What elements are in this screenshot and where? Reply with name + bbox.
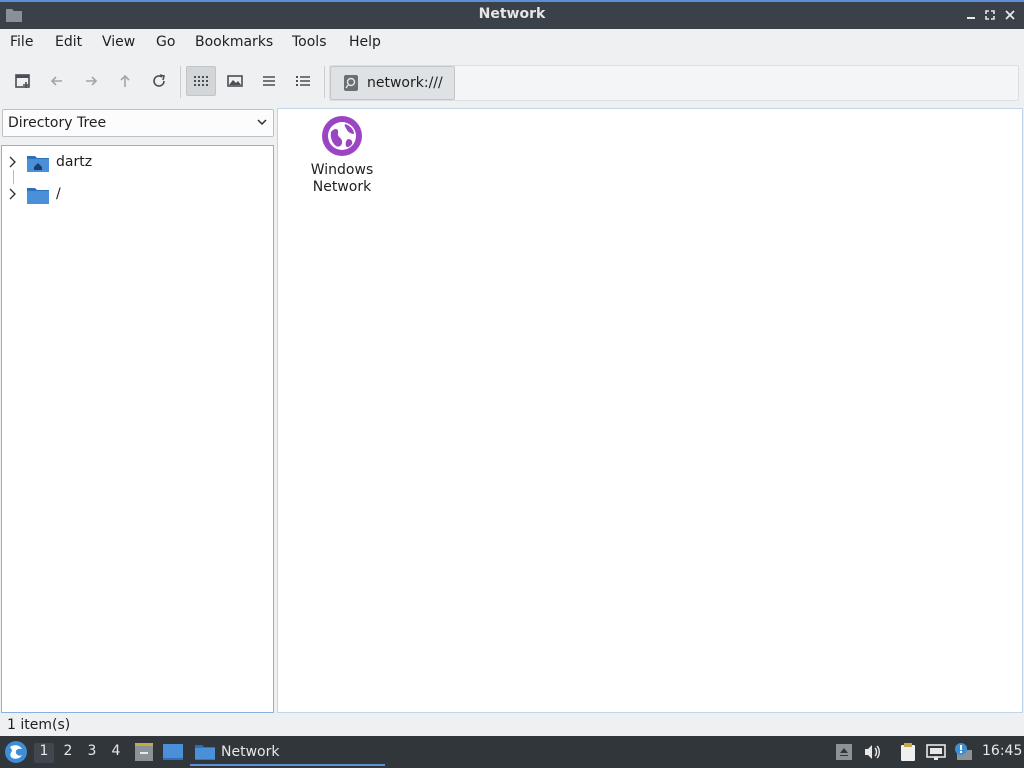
taskbar-task-network[interactable]: Network	[190, 739, 385, 766]
menu-go[interactable]: Go	[156, 34, 175, 50]
file-item-label-line2: Network	[312, 179, 372, 195]
menu-help[interactable]: Help	[349, 34, 381, 50]
maximize-icon	[985, 10, 995, 20]
workspace-4-button[interactable]: 4	[106, 743, 126, 763]
clipboard-icon[interactable]	[898, 742, 918, 762]
start-menu-icon[interactable]	[4, 740, 28, 764]
up-button[interactable]	[110, 66, 140, 96]
new-tab-button[interactable]	[8, 66, 38, 96]
taskbar: 1 2 3 4 Network 16:45	[0, 736, 1024, 768]
path-segment-label: network:///	[367, 75, 443, 91]
folder-icon	[195, 745, 215, 760]
menu-tools[interactable]: Tools	[292, 34, 327, 50]
arrow-right-icon	[86, 76, 98, 86]
chevron-right-icon[interactable]	[8, 188, 18, 200]
file-item-label-line1: Windows	[310, 162, 374, 178]
detail-list-icon	[296, 76, 310, 86]
directory-tree[interactable]: dartz /	[1, 145, 274, 713]
taskbar-task-label: Network	[221, 743, 280, 760]
toolbar-separator	[324, 66, 325, 98]
menubar: File Edit View Go Bookmarks Tools Help	[0, 29, 1024, 57]
close-button[interactable]	[1001, 6, 1019, 24]
eject-icon[interactable]	[834, 742, 854, 762]
menu-edit[interactable]: Edit	[55, 34, 82, 50]
reload-icon	[153, 74, 165, 87]
side-panel-mode-select[interactable]: Directory Tree	[2, 109, 274, 137]
desktop-launcher-icon[interactable]	[162, 741, 184, 763]
network-drive-icon	[344, 75, 358, 91]
folder-icon	[27, 188, 49, 204]
arrow-up-icon	[120, 74, 130, 87]
maximize-button[interactable]	[981, 6, 999, 24]
reload-button[interactable]	[144, 66, 174, 96]
tree-item[interactable]: /	[2, 180, 273, 208]
status-text: 1 item(s)	[7, 717, 71, 733]
new-tab-icon	[15, 74, 30, 88]
toolbar: network:///	[0, 58, 1024, 104]
icon-view-button[interactable]	[186, 66, 216, 96]
tree-item-label: /	[56, 186, 61, 202]
path-bar[interactable]: network:///	[329, 65, 1019, 101]
file-item-windows-network[interactable]: Windows Network	[302, 115, 382, 205]
network-status-icon[interactable]	[926, 742, 946, 762]
volume-icon[interactable]	[862, 742, 882, 762]
home-folder-icon	[27, 156, 49, 172]
file-manager-launcher-icon[interactable]	[133, 741, 155, 763]
forward-button[interactable]	[76, 66, 106, 96]
workspace-1-button[interactable]: 1	[34, 743, 54, 763]
tree-item-label: dartz	[56, 154, 93, 170]
file-item-label: Windows Network	[302, 162, 382, 196]
path-segment-button[interactable]: network:///	[330, 66, 455, 100]
minimize-button[interactable]	[962, 6, 980, 24]
tree-item[interactable]: dartz	[2, 148, 273, 176]
network-globe-icon	[322, 116, 362, 156]
icon-grid-icon	[194, 76, 208, 86]
toolbar-separator	[180, 66, 181, 98]
menu-bookmarks[interactable]: Bookmarks	[195, 34, 273, 50]
back-button[interactable]	[42, 66, 72, 96]
side-panel-mode-label: Directory Tree	[8, 115, 107, 131]
chevron-right-icon[interactable]	[8, 156, 18, 168]
menu-file[interactable]: File	[10, 34, 33, 50]
image-icon	[227, 75, 243, 87]
thumbnail-view-button[interactable]	[220, 66, 250, 96]
close-icon	[1005, 10, 1015, 20]
window-title: Network	[478, 6, 546, 22]
status-bar: 1 item(s)	[0, 715, 1024, 736]
minimize-icon	[967, 17, 975, 19]
file-view[interactable]: Windows Network	[277, 108, 1023, 713]
compact-view-button[interactable]	[254, 66, 284, 96]
arrow-left-icon	[50, 76, 62, 86]
workspace-2-button[interactable]: 2	[58, 743, 78, 763]
workspace-3-button[interactable]: 3	[82, 743, 102, 763]
menu-view[interactable]: View	[102, 34, 135, 50]
list-icon	[263, 76, 275, 86]
window-titlebar[interactable]: Network	[0, 0, 1024, 29]
update-notification-icon[interactable]	[953, 742, 973, 762]
clock[interactable]: 16:45	[982, 743, 1022, 759]
chevron-down-icon	[257, 119, 267, 126]
detailed-list-view-button[interactable]	[288, 66, 318, 96]
